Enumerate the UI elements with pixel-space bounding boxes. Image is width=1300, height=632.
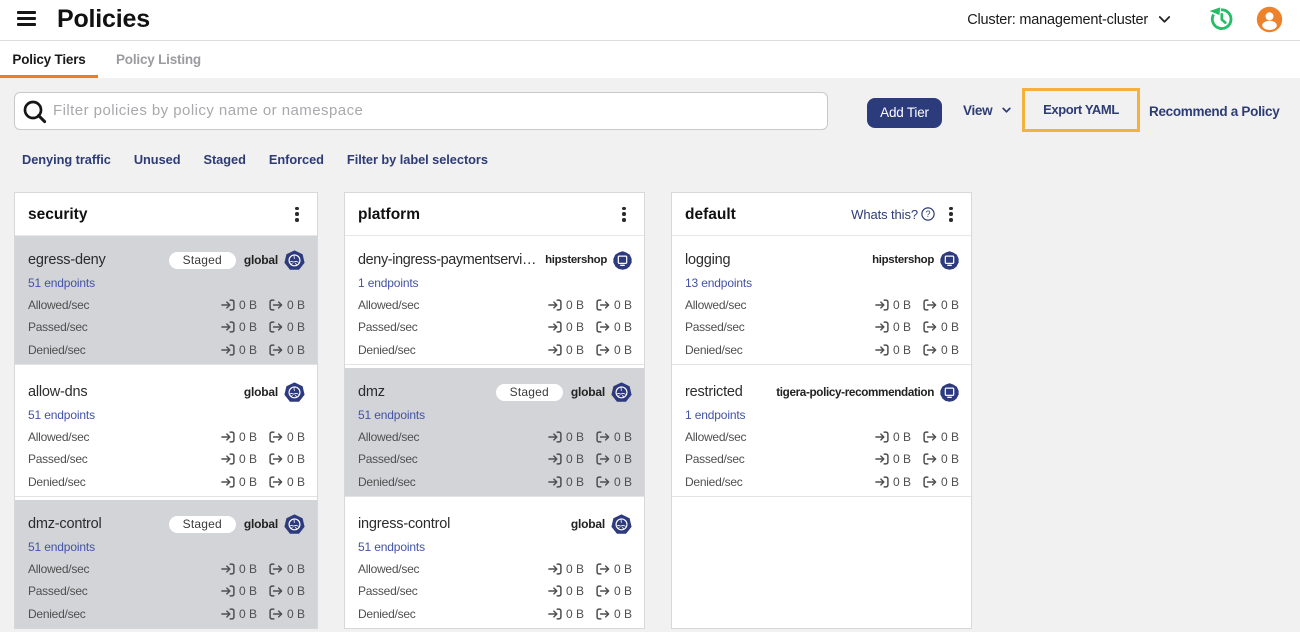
svg-text:?: ? (925, 209, 930, 219)
